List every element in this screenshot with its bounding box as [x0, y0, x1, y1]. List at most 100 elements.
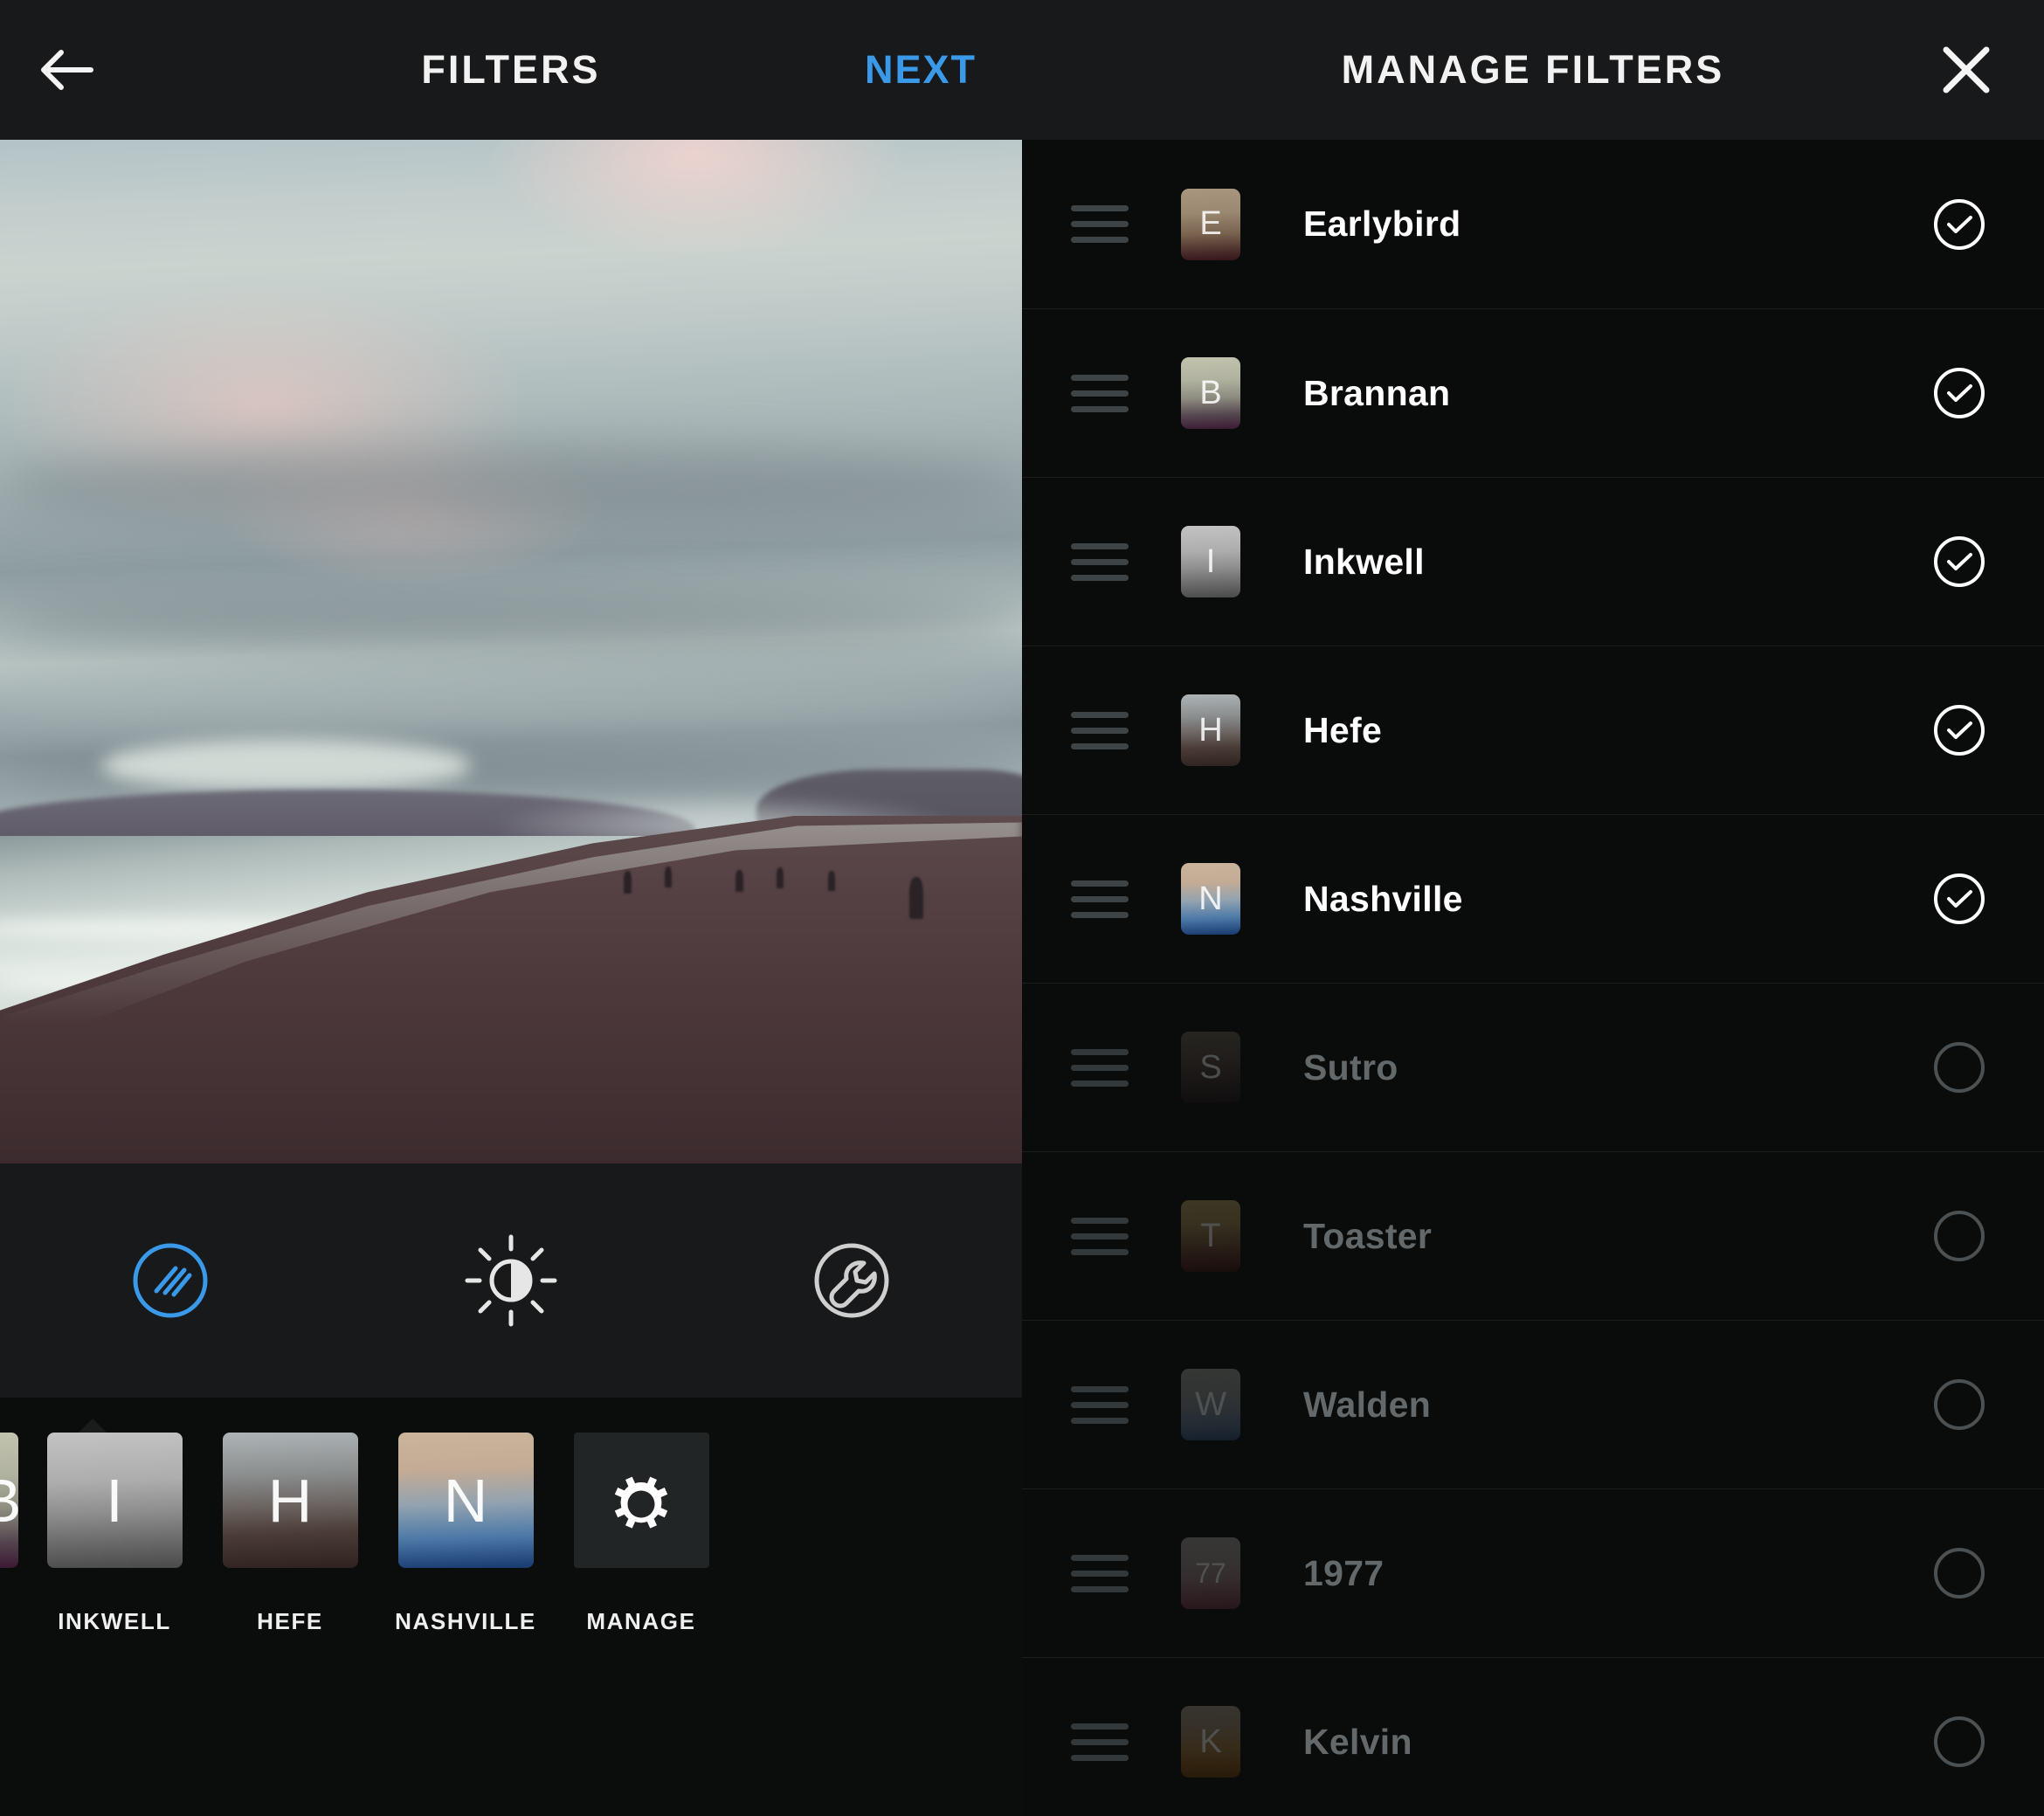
check-circle-icon[interactable]: [1932, 535, 1986, 589]
drag-handle-icon[interactable]: [1071, 1048, 1129, 1087]
filter-name: Walden: [1303, 1384, 1432, 1425]
figure: [909, 876, 924, 919]
check-circle-icon[interactable]: [1932, 366, 1986, 420]
check-circle-icon[interactable]: [1932, 197, 1986, 252]
filter-thumbnail: B: [0, 1433, 18, 1568]
filmstrip-item[interactable]: B: [0, 1433, 18, 1608]
wrench-circle-icon[interactable]: [799, 1228, 904, 1333]
drag-handle-icon[interactable]: [1071, 1723, 1129, 1761]
next-button[interactable]: NEXT: [865, 47, 977, 93]
low-cloud: [102, 738, 471, 790]
filter-thumbnail: N: [397, 1433, 534, 1568]
manage-tile[interactable]: [573, 1433, 709, 1568]
filters-editor-panel: FILTERS NEXT I INKWELL H HEFE N NASHVILL…: [0, 0, 1022, 1816]
row-glyph: N: [1198, 880, 1223, 917]
row-glyph: I: [1205, 542, 1216, 580]
drag-handle-icon[interactable]: [1071, 205, 1129, 243]
photo-preview[interactable]: [0, 140, 1022, 1163]
filter-name: 1977: [1303, 1552, 1385, 1593]
empty-circle-icon[interactable]: [1932, 1715, 1986, 1769]
filter-glyph: B: [0, 1466, 18, 1536]
table-row[interactable]: N Nashville: [1022, 814, 2044, 983]
table-row[interactable]: I Inkwell: [1022, 477, 2044, 646]
cloud-band: [0, 446, 1022, 526]
filter-label: HEFE: [257, 1608, 323, 1634]
close-x-icon[interactable]: [1934, 38, 1999, 102]
table-row[interactable]: E Earlybird: [1022, 140, 2044, 308]
filter-thumbnail: H: [222, 1433, 358, 1568]
row-glyph: K: [1199, 1723, 1222, 1760]
empty-circle-icon[interactable]: [1932, 1040, 1986, 1094]
table-row[interactable]: B Brannan: [1022, 308, 2044, 477]
table-row[interactable]: 77 1977: [1022, 1488, 2044, 1657]
drag-handle-icon[interactable]: [1071, 542, 1129, 581]
figure: [735, 869, 744, 892]
cloud-band: [0, 590, 1022, 652]
empty-circle-icon[interactable]: [1932, 1546, 1986, 1600]
manage-top-bar: MANAGE FILTERS: [1022, 0, 2044, 140]
table-row[interactable]: K Kelvin: [1022, 1657, 2044, 1816]
filter-glyph: H: [267, 1466, 313, 1535]
filmstrip-item-hefe[interactable]: H HEFE: [209, 1433, 371, 1635]
filter-name: Nashville: [1303, 878, 1463, 919]
drag-handle-icon[interactable]: [1071, 1554, 1129, 1592]
figure: [827, 870, 835, 891]
figure: [664, 867, 672, 888]
row-glyph: T: [1200, 1217, 1221, 1254]
filmstrip-item-inkwell[interactable]: I INKWELL: [33, 1433, 196, 1635]
empty-circle-icon[interactable]: [1932, 1209, 1986, 1263]
table-row[interactable]: S Sutro: [1022, 983, 2044, 1151]
filter-name: Hefe: [1303, 709, 1383, 750]
gear-icon: [601, 1458, 681, 1543]
row-glyph: H: [1198, 711, 1223, 749]
filter-label: MANAGE: [586, 1608, 696, 1634]
filter-label: INKWELL: [58, 1608, 171, 1634]
drag-handle-icon[interactable]: [1071, 1385, 1129, 1424]
row-thumbnail: I: [1181, 526, 1240, 597]
row-glyph: W: [1195, 1385, 1226, 1423]
filter-thumbnail: I: [46, 1433, 183, 1568]
row-thumbnail: W: [1181, 1369, 1240, 1440]
row-thumbnail: N: [1181, 863, 1240, 935]
filmstrip-item-manage[interactable]: MANAGE: [560, 1433, 722, 1635]
selected-filter-caret: [79, 1419, 107, 1433]
filter-glyph: N: [443, 1466, 488, 1535]
drag-handle-icon[interactable]: [1071, 711, 1129, 749]
editor-tool-bar: [0, 1163, 1022, 1398]
cloud-band: [0, 682, 1022, 734]
figure: [623, 870, 632, 894]
drag-handle-icon[interactable]: [1071, 374, 1129, 412]
filter-name: Kelvin: [1303, 1721, 1412, 1762]
row-thumbnail: 77: [1181, 1537, 1240, 1609]
check-circle-icon[interactable]: [1932, 703, 1986, 757]
row-thumbnail: K: [1181, 1706, 1240, 1778]
row-thumbnail: T: [1181, 1200, 1240, 1272]
row-glyph: 77: [1195, 1557, 1226, 1589]
brightness-sun-icon[interactable]: [459, 1228, 563, 1333]
app-root: FILTERS NEXT I INKWELL H HEFE N NASHVILL…: [0, 0, 2044, 1816]
row-glyph: E: [1199, 205, 1222, 242]
empty-circle-icon[interactable]: [1932, 1378, 1986, 1432]
table-row[interactable]: T Toaster: [1022, 1151, 2044, 1320]
table-row[interactable]: H Hefe: [1022, 646, 2044, 814]
filter-name: Brannan: [1303, 372, 1451, 413]
drag-handle-icon[interactable]: [1071, 880, 1129, 918]
row-thumbnail: B: [1181, 357, 1240, 429]
filter-name: Earlybird: [1303, 204, 1461, 244]
manage-filters-list[interactable]: E Earlybird B Brannan I Inkwell H Hefe N…: [1022, 140, 2044, 1816]
manage-filters-panel: MANAGE FILTERS E Earlybird B Brannan I I…: [1022, 0, 2044, 1816]
filter-glyph: I: [106, 1466, 123, 1535]
drag-handle-icon[interactable]: [1071, 1217, 1129, 1255]
filter-label: NASHVILLE: [395, 1608, 536, 1634]
row-thumbnail: S: [1181, 1032, 1240, 1103]
filter-name: Inkwell: [1303, 541, 1425, 582]
manage-title: MANAGE FILTERS: [1341, 47, 1725, 92]
filter-circle-icon[interactable]: [118, 1228, 223, 1333]
filmstrip-item-nashville[interactable]: N NASHVILLE: [384, 1433, 547, 1635]
filter-filmstrip[interactable]: B I INKWELL H HEFE N NASHVILL: [0, 1398, 1022, 1816]
editor-top-bar: FILTERS NEXT: [0, 0, 1022, 140]
figure: [777, 867, 784, 889]
check-circle-icon[interactable]: [1932, 872, 1986, 926]
row-thumbnail: H: [1181, 694, 1240, 766]
table-row[interactable]: W Walden: [1022, 1320, 2044, 1488]
